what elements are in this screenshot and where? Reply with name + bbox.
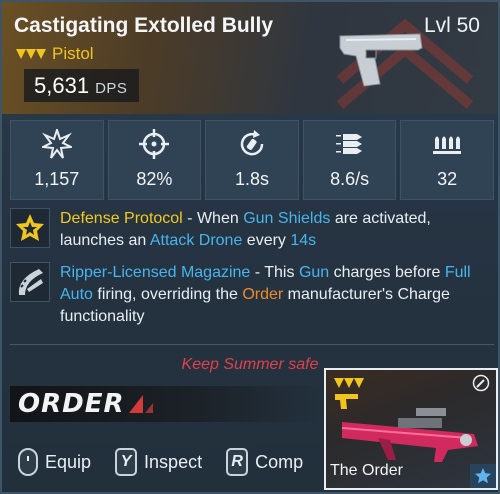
perk-text: firing, overriding the [92, 286, 243, 303]
stat-reload: 1.8s [205, 120, 299, 200]
manufacturer-mark-icon [128, 395, 153, 413]
stat-value: 82% [136, 169, 173, 189]
perk-keyword: 14s [290, 232, 317, 249]
item-type-row: Pistol [16, 44, 94, 64]
manufacturer-logo: ORDER [18, 389, 125, 419]
perk-text: - When [182, 210, 244, 227]
equip-action[interactable]: Equip [18, 448, 91, 476]
dps-unit: DPS [95, 80, 128, 97]
magazine-icon [433, 136, 462, 154]
compare-label: Comp [255, 451, 304, 472]
perk-ripper-magazine: Ripper-Licensed Magazine - This Gun char… [10, 262, 494, 328]
key-y: Y [115, 448, 138, 476]
perk-description: Ripper-Licensed Magazine - This Gun char… [60, 262, 494, 328]
compare-action[interactable]: R Comp [226, 448, 303, 476]
heavy-rifle-icon [341, 408, 478, 462]
mouse-icon [18, 448, 38, 476]
perk-keyword: Gun [298, 264, 330, 281]
stat-fire-rate: 8.6/s [302, 120, 397, 200]
divider [10, 344, 494, 345]
stat-magazine: 32 [400, 120, 494, 200]
star-icon [475, 468, 491, 484]
damage-burst-icon [41, 129, 72, 159]
item-card: Castigating Extolled Bully Lvl 50 Pistol… [0, 0, 500, 494]
favorite-star-button[interactable] [470, 464, 496, 488]
item-header: Castigating Extolled Bully Lvl 50 Pistol… [2, 2, 498, 114]
wrench-icon [472, 374, 490, 392]
inspect-label: Inspect [144, 451, 203, 472]
chevron-rarity-icon [16, 49, 46, 59]
perk-icon-box [10, 208, 50, 248]
crosshair-icon [139, 129, 170, 159]
inspect-action[interactable]: Y Inspect [115, 448, 202, 476]
manufacturer-banner: ORDER [10, 386, 324, 422]
item-level: Lvl 50 [423, 14, 480, 37]
perk-text: charges before [329, 264, 445, 281]
fire-rate-icon [335, 134, 362, 154]
stats-row: 1,157 82% 1.8s 8.6/s 32 [10, 120, 494, 200]
perk-icon-box [10, 262, 50, 302]
key-r: R [226, 448, 249, 476]
compare-item-name: The Order [330, 462, 403, 479]
item-name: Castigating Extolled Bully [14, 14, 274, 37]
dps-box: 5,631 DPS [24, 69, 140, 102]
perk-text: every [242, 232, 291, 249]
item-type: Pistol [52, 44, 94, 63]
perk-name: Ripper-Licensed Magazine [60, 264, 251, 281]
perk-defense-protocol: Defense Protocol - When Gun Shields are … [10, 208, 494, 252]
equip-label: Equip [45, 451, 92, 472]
stat-value: 1.8s [234, 169, 269, 189]
star-shield-icon [16, 214, 44, 241]
compare-item-card[interactable]: The Order [324, 368, 498, 490]
pistol-icon [339, 33, 423, 87]
perk-text: - This [250, 264, 299, 281]
perk-name: Defense Protocol [60, 210, 183, 227]
reload-icon [240, 130, 264, 156]
stat-value: 32 [437, 169, 458, 189]
stat-damage: 1,157 [10, 120, 104, 200]
dps-value: 5,631 [34, 73, 90, 98]
perk-keyword: Order [242, 286, 284, 303]
action-bar: Equip Y Inspect R Comp [18, 448, 317, 476]
magazine-claw-icon [18, 269, 43, 295]
perk-keyword: Gun Shields [243, 210, 331, 227]
perk-keyword: Attack Drone [149, 232, 243, 249]
stat-value: 1,157 [34, 169, 80, 189]
stat-value: 8.6/s [330, 169, 370, 189]
perk-description: Defense Protocol - When Gun Shields are … [60, 208, 494, 252]
stat-accuracy: 82% [107, 120, 202, 200]
chevron-rarity-icon [334, 378, 364, 388]
